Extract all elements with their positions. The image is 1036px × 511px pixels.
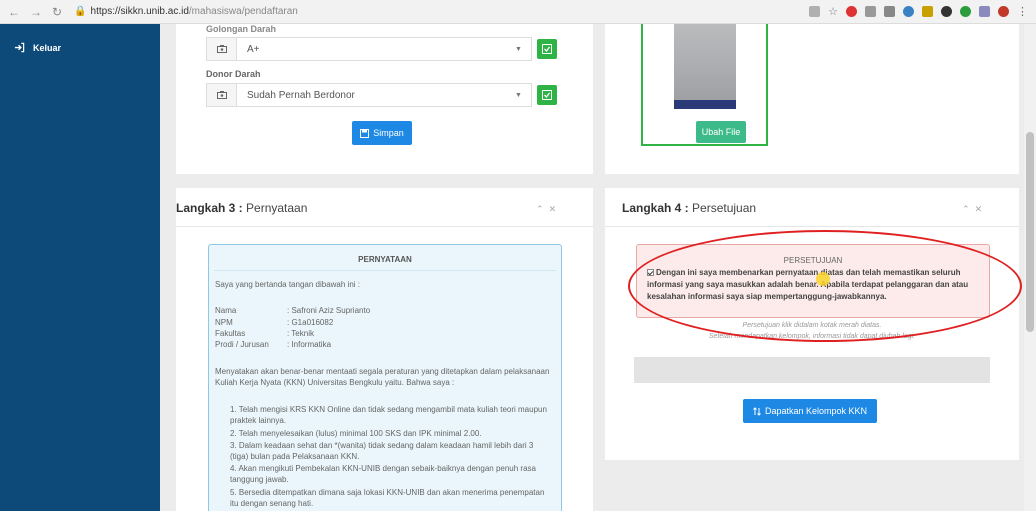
list-item: 5. Bersedia ditempatkan dimana saja loka… (230, 488, 545, 508)
field-key: NPM (215, 318, 233, 327)
profile-avatar[interactable] (998, 6, 1009, 17)
address-bar[interactable]: https://sikkn.unib.ac.id/mahasiswa/penda… (91, 6, 298, 17)
browser-nav: ← → ↻ (0, 5, 62, 19)
lock-icon: 🔒 (74, 6, 87, 17)
adblock-icon[interactable] (846, 6, 857, 17)
field-value: : G1a016082 (287, 318, 334, 327)
sign-out-icon (14, 42, 25, 53)
agreement-checkbox[interactable] (647, 269, 654, 276)
field-key: Nama (215, 306, 237, 315)
chevron-down-icon: ▼ (515, 91, 522, 99)
dapatkan-kelompok-button[interactable]: Dapatkan Kelompok KKN (743, 399, 877, 423)
collapse-icon[interactable]: ⌃ (962, 204, 970, 214)
cursor-highlight (816, 272, 830, 286)
php-icon[interactable] (979, 6, 990, 17)
persetujuan-box[interactable]: PERSETUJUAN Dengan ini saya membenarkan … (636, 244, 990, 318)
kelompok-result-bar (634, 357, 990, 383)
persetujuan-heading: PERSETUJUAN (783, 256, 843, 265)
field-key: Fakultas (215, 329, 246, 338)
simpan-button[interactable]: Simpan (352, 121, 412, 145)
extension-icon[interactable] (884, 6, 895, 17)
chevron-down-icon: ▼ (515, 45, 522, 53)
id-card-icon (207, 84, 237, 106)
golongan-darah-value: A+ (247, 43, 260, 55)
save-icon (360, 128, 370, 138)
star-icon[interactable]: ☆ (828, 5, 838, 18)
cast-icon[interactable] (865, 6, 876, 17)
step3-title: Langkah 3 : Pernyataan (176, 201, 307, 215)
url-host: https://sikkn.unib.ac.id (90, 6, 189, 17)
check-square-icon (542, 90, 552, 100)
divider (214, 270, 556, 271)
list-item: 1. Telah mengisi KRS KKN Online dan tida… (230, 405, 547, 425)
field-value: : Safroni Aziz Suprianto (287, 306, 371, 315)
divider (176, 226, 593, 227)
list-item: 3. Dalam keadaan sehat dan *(wanita) tid… (230, 441, 534, 461)
close-icon[interactable]: ✕ (549, 204, 557, 214)
list-item: 4. Akan mengikuti Pembekalan KKN-UNIB de… (230, 464, 536, 484)
field-key: Prodi / Jurusan (215, 340, 269, 349)
close-icon[interactable]: ✕ (975, 204, 983, 214)
step3-title-rest: Pernyataan (242, 201, 308, 215)
field-value: : Teknik (287, 329, 314, 338)
notes-icon[interactable] (922, 6, 933, 17)
golongan-darah-select[interactable]: A+ ▼ (206, 37, 532, 61)
step4-title: Langkah 4 : Persetujuan (622, 201, 756, 215)
ubah-file-label: Ubah File (701, 127, 741, 137)
check-button[interactable] (537, 39, 557, 59)
reload-icon[interactable]: ↻ (52, 5, 62, 19)
donor-darah-value: Sudah Pernah Berdonor (247, 89, 355, 101)
extensions-bar: ☆ ⋮ (809, 5, 1036, 18)
divider (605, 226, 1019, 227)
id-card-icon (207, 38, 237, 60)
dapatkan-kelompok-label: Dapatkan Kelompok KKN (764, 406, 868, 416)
pernyataan-statement: Menyatakan akan benar-benar mentaati seg… (215, 367, 550, 387)
ubah-file-button[interactable]: Ubah File (696, 121, 746, 143)
hint-text: Setelah mendapatkan kelompok, informasi … (708, 333, 916, 340)
forward-icon[interactable]: → (30, 5, 42, 19)
step4-title-rest: Persetujuan (688, 201, 757, 215)
page-scrollbar[interactable] (1024, 24, 1036, 511)
sidebar-item-label: Keluar (33, 42, 62, 53)
browser-toolbar: ← → ↻ 🔒 https://sikkn.unib.ac.id/mahasis… (0, 0, 1036, 24)
list-item: 2. Telah menyelesaikan (lulus) minimal 1… (230, 429, 482, 438)
pernyataan-heading: PERNYATAAN (358, 255, 412, 264)
agreement-text: Dengan ini saya membenarkan pernyataan d… (647, 268, 969, 301)
translate-icon[interactable] (809, 6, 821, 17)
photo-collar (674, 100, 736, 109)
collapse-icon[interactable]: ⌃ (536, 204, 544, 214)
step3-title-bold: Langkah 3 : (176, 201, 243, 215)
globe-icon[interactable] (960, 6, 971, 17)
back-icon[interactable]: ← (8, 5, 20, 19)
sort-icon (753, 406, 761, 416)
opera-icon[interactable] (941, 6, 952, 17)
pernyataan-intro: Saya yang bertanda tangan dibawah ini : (215, 280, 360, 289)
sidebar: Keluar (0, 24, 160, 511)
panel-tools: ⌃ ✕ (536, 204, 556, 215)
check-button[interactable] (537, 85, 557, 105)
profile-photo (674, 24, 736, 109)
panel-tools: ⌃ ✕ (962, 204, 982, 215)
simpan-label: Simpan (373, 128, 404, 138)
donor-darah-label: Donor Darah (206, 69, 261, 79)
field-value: : Informatika (287, 340, 332, 349)
donor-darah-select[interactable]: Sudah Pernah Berdonor ▼ (206, 83, 532, 107)
agreement-text-wrap: Dengan ini saya membenarkan pernyataan d… (647, 267, 985, 303)
hint-text: Persetujuan klik didalam kotak merah dia… (742, 322, 882, 329)
golongan-darah-label: Golongan Darah (206, 24, 277, 34)
url-path: /mahasiswa/pendaftaran (188, 6, 298, 17)
menu-icon[interactable]: ⋮ (1017, 5, 1028, 18)
sidebar-item-keluar[interactable]: Keluar (0, 24, 160, 53)
scrollbar-thumb[interactable] (1026, 132, 1034, 332)
sync-icon[interactable] (903, 6, 914, 17)
check-square-icon (542, 44, 552, 54)
step4-title-bold: Langkah 4 : (622, 201, 689, 215)
